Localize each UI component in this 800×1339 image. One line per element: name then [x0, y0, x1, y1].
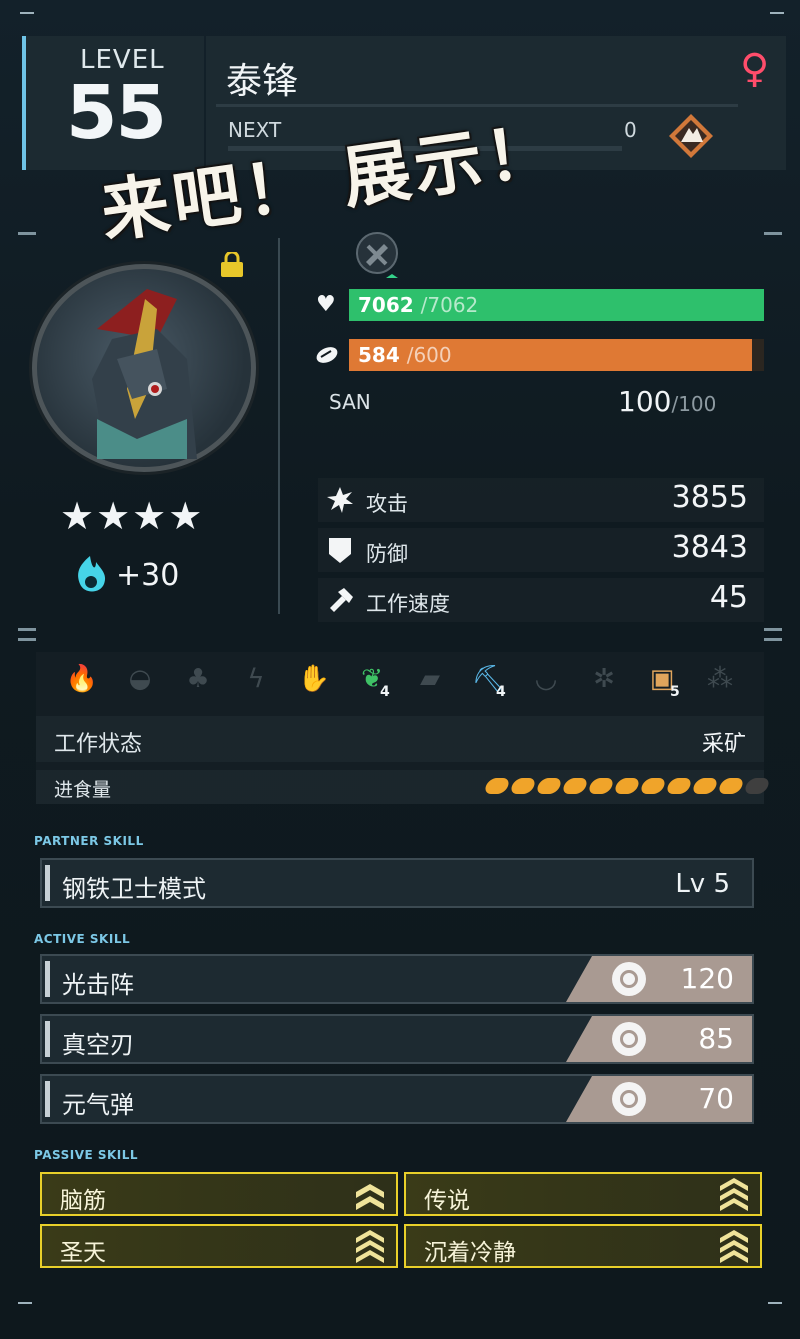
heart-icon: ♥ [316, 292, 336, 317]
active-skill-name: 真空刃 [62, 1031, 134, 1059]
handiwork-icon[interactable]: ✋ [296, 664, 332, 700]
stat-row-defense: 防御 3843 [318, 528, 764, 572]
san-value: 100/100 [618, 385, 716, 418]
hp-text: 7062 /7062 [358, 293, 478, 317]
cooldown-icon [612, 1082, 646, 1116]
stat-row-attack: 攻击 3855 [318, 478, 764, 522]
soul-icon [78, 556, 106, 592]
watering-icon[interactable]: ◒ [122, 664, 158, 700]
pal-name[interactable]: 泰锋 [226, 52, 298, 104]
partner-skill-level: Lv 5 [675, 869, 730, 899]
san-current: 100 [618, 385, 672, 418]
passive-skill[interactable]: 传说 [404, 1172, 762, 1216]
active-skill-row[interactable]: 真空刃 85 [40, 1014, 754, 1064]
pal-portrait [32, 264, 256, 472]
vertical-divider [278, 238, 280, 614]
satiety-text: 584 /600 [358, 343, 452, 367]
san-label: SAN [329, 390, 371, 414]
shield-icon [329, 538, 351, 563]
stat-row-work-speed: 工作速度 45 [318, 578, 764, 622]
medicine-icon[interactable]: ◡ [528, 664, 564, 700]
frame-dash [18, 232, 36, 235]
partner-skill-row[interactable]: 钢铁卫士模式 Lv 5 [40, 858, 754, 908]
passive-skill-name: 沉着冷静 [424, 1240, 516, 1266]
electricity-icon[interactable]: ϟ [238, 664, 274, 700]
hp-current: 7062 [358, 293, 414, 317]
frame-dash [764, 232, 782, 235]
farming-icon[interactable]: ⁂ [702, 664, 738, 700]
transporting-level: 5 [670, 684, 680, 700]
food-icon [316, 347, 338, 363]
passive-skill[interactable]: 圣天 [40, 1224, 398, 1268]
active-skill-name: 光击阵 [62, 971, 134, 999]
passive-skill-heading: PASSIVE SKILL [34, 1148, 139, 1162]
frame-corner [20, 12, 34, 14]
cooldown-value: 85 [698, 1022, 734, 1055]
lock-icon[interactable] [218, 252, 246, 278]
pal-avatar-icon [92, 289, 197, 459]
frame-corner [770, 12, 784, 14]
rank-chevron-icon [356, 1184, 384, 1210]
cooling-icon[interactable]: ✲ [586, 664, 622, 700]
active-skill-row[interactable]: 元气弹 70 [40, 1074, 754, 1124]
female-icon: ♀ [740, 46, 770, 92]
stat-value: 3843 [671, 530, 748, 565]
frame-corner [18, 1302, 32, 1304]
active-skill-heading: ACTIVE SKILL [34, 932, 131, 946]
skill-cooldown: 120 [566, 956, 752, 1002]
food-intake-label: 进食量 [54, 779, 112, 801]
rank-chevron-icon [720, 1178, 748, 1211]
cooldown-icon [612, 1022, 646, 1056]
cooldown-icon [612, 962, 646, 996]
active-skill-name: 元气弹 [62, 1091, 134, 1119]
partner-skill-heading: PARTNER SKILL [34, 834, 144, 848]
passive-skill-name: 脑筋 [60, 1188, 106, 1214]
passive-skill[interactable]: 沉着冷静 [404, 1224, 762, 1268]
stat-label: 工作速度 [366, 592, 450, 616]
work-status-label: 工作状态 [54, 732, 143, 757]
active-skill-row[interactable]: 光击阵 120 [40, 954, 754, 1004]
hp-max: /7062 [420, 293, 479, 317]
frame-dash [764, 638, 782, 641]
attack-icon [327, 487, 353, 513]
element-icon [356, 232, 398, 278]
planting-icon[interactable]: ♣ [180, 664, 216, 700]
frame-dash [18, 628, 36, 631]
san-max: /100 [671, 392, 717, 416]
hammer-icon [330, 588, 353, 612]
rank-stars: ★★★★ [60, 494, 205, 538]
satiety-max: /600 [406, 343, 452, 367]
passive-skill-name: 圣天 [60, 1240, 106, 1266]
kindling-icon[interactable]: 🔥 [64, 664, 100, 700]
satiety-current: 584 [358, 343, 400, 367]
skill-cooldown: 70 [566, 1076, 752, 1122]
stat-value: 3855 [671, 480, 748, 515]
stat-label: 攻击 [366, 492, 408, 516]
rank-chevron-icon [356, 1230, 384, 1263]
passive-skill-name: 传说 [424, 1188, 470, 1214]
skill-cooldown: 85 [566, 1016, 752, 1062]
mining-level: 4 [496, 684, 506, 700]
stat-label: 防御 [366, 542, 408, 566]
next-value: 0 [624, 118, 637, 142]
partner-skill-name: 钢铁卫士模式 [62, 875, 206, 903]
lumbering-icon[interactable]: ▰ [412, 664, 448, 700]
work-status-row [36, 716, 764, 762]
frame-corner [768, 1302, 782, 1304]
rank-icon [669, 114, 713, 158]
level-number: 55 [66, 70, 167, 156]
frame-dash [764, 628, 782, 631]
passive-skill[interactable]: 脑筋 [40, 1172, 398, 1216]
cooldown-value: 70 [698, 1082, 734, 1115]
gathering-level: 4 [380, 684, 390, 700]
soul-bonus: +30 [116, 558, 180, 593]
work-status-value: 采矿 [701, 732, 746, 757]
frame-dash [18, 638, 36, 641]
cooldown-value: 120 [680, 962, 734, 995]
stat-value: 45 [709, 580, 748, 615]
rank-chevron-icon [720, 1230, 748, 1263]
